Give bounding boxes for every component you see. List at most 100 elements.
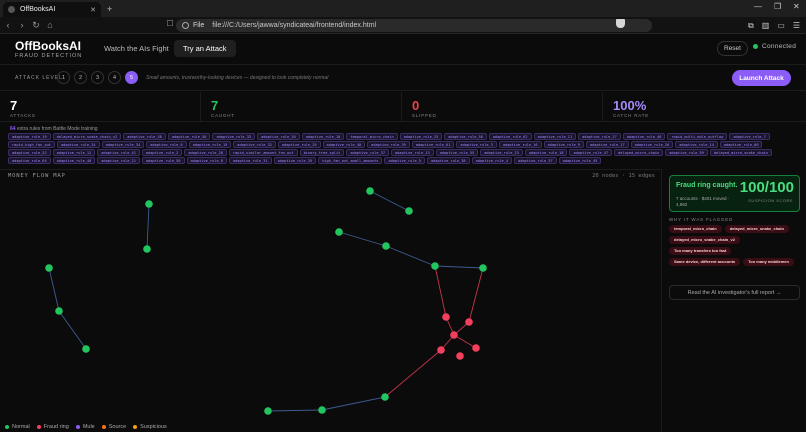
fraud-ring-node[interactable] — [456, 352, 464, 360]
account-node[interactable] — [55, 307, 63, 315]
level-1-button[interactable]: 1 — [57, 71, 70, 84]
account-node[interactable] — [318, 406, 326, 414]
account-node[interactable] — [335, 228, 343, 236]
back-icon[interactable]: ‹ — [2, 20, 14, 30]
connection-label: Connected — [762, 43, 797, 50]
flag-list: temporal_micro_chain delayed_micro_snake_… — [669, 225, 803, 266]
level-2-button[interactable]: 2 — [74, 71, 87, 84]
tab-title: OffBooksAI — [20, 6, 56, 13]
menu-icon[interactable]: ☰ — [793, 21, 800, 30]
rule-chip: adaptive_rule_3 — [456, 141, 497, 148]
stat-caught: 7 CAUGHT — [201, 92, 402, 122]
wallet-icon[interactable]: ▭ — [777, 21, 785, 30]
connection-status: Connected — [753, 43, 796, 50]
info-icon[interactable] — [182, 22, 189, 29]
rule-chip: adaptive_rule_2 — [141, 149, 183, 156]
address-bar[interactable]: File file:///C:/Users/jawwa/syndicateai/… — [176, 19, 652, 32]
rule-chip: rapid_high_fan_out — [8, 141, 55, 148]
account-node[interactable] — [366, 187, 374, 195]
fraud-ring-node[interactable] — [465, 318, 473, 326]
legend-swatch-icon — [133, 424, 138, 429]
rule-chip: adaptive_rule_17 — [585, 141, 629, 148]
rule-chip: adaptive_rule_4 — [471, 157, 513, 164]
money-flow-map[interactable]: MONEY FLOW MAP 20 nodes · 15 edges — [0, 169, 661, 421]
rule-chip: adaptive_rule_34 — [101, 141, 145, 148]
browser-toolbar: ‹ › ↻ ⌂ ☐ File file:///C:/Users/jawwa/sy… — [0, 17, 806, 34]
flow-edge — [338, 231, 387, 247]
rule-chip: delayed_micro_snake_chain_v2 — [52, 133, 122, 140]
minimize-icon[interactable]: — — [754, 2, 762, 11]
tab-try-an-attack[interactable]: Try an Attack — [174, 40, 236, 57]
read-report-button[interactable]: Read the AI investigator's full report → — [669, 285, 800, 300]
rule-chip: adaptive_rule_60 — [719, 141, 763, 148]
browser-tab[interactable]: OffBooksAI ✕ — [3, 2, 101, 17]
status-dot-icon — [753, 44, 758, 49]
reset-button[interactable]: Reset — [717, 41, 748, 56]
rule-chip: adaptive_rule_27 — [578, 133, 621, 140]
flow-edge — [369, 190, 410, 212]
close-tab-icon[interactable]: ✕ — [90, 6, 96, 14]
rule-chip: adaptive_rule_38 — [426, 157, 470, 164]
account-node[interactable] — [145, 200, 153, 208]
fraud-ring-node[interactable] — [450, 331, 458, 339]
brand-subtitle: FRAUD DETECTION — [15, 53, 83, 59]
account-node[interactable] — [382, 242, 390, 250]
rule-chip: adaptive_rule_28 — [184, 149, 227, 156]
legend-swatch-icon — [5, 424, 9, 429]
account-node[interactable] — [405, 207, 413, 215]
account-node[interactable] — [143, 245, 151, 253]
stat-slipped-value: 0 — [412, 98, 420, 113]
sidebar-icon[interactable]: ▥ — [762, 21, 770, 30]
rule-chip: adaptive_rule_64 — [8, 157, 51, 164]
stat-attacks-label: ATTACKS — [10, 113, 36, 118]
flow-edge — [385, 245, 436, 267]
flow-edge — [384, 349, 442, 398]
reload-icon[interactable]: ↻ — [30, 20, 42, 31]
account-node[interactable] — [264, 407, 272, 415]
rule-chip: adaptive_rule_18 — [524, 149, 568, 156]
result-card: Fraud ring caught. 7 accounts · $401 mov… — [669, 175, 800, 212]
attack-level-description: Small amounts, trustworthy-looking devic… — [146, 75, 329, 81]
home-icon[interactable]: ⌂ — [44, 20, 56, 30]
fraud-ring-node[interactable] — [472, 344, 480, 352]
account-node[interactable] — [82, 345, 90, 353]
rule-chip: adaptive_rule_40 — [322, 141, 366, 148]
account-node[interactable] — [381, 393, 389, 401]
fraud-ring-node[interactable] — [442, 313, 450, 321]
suspicion-score-label: SUSPICION SCORE — [748, 198, 793, 203]
rules-count: 64 — [10, 126, 16, 132]
rule-chip: adaptive_rule_26 — [630, 141, 674, 148]
flow-edge — [48, 267, 60, 312]
maximize-icon[interactable]: ❐ — [774, 2, 781, 11]
level-5-button[interactable]: 5 — [125, 71, 138, 84]
tab-bar: OffBooksAI ✕ + — ❐ ✕ — [0, 0, 806, 17]
flow-edge — [434, 265, 447, 318]
stat-slipped: 0 SLIPPED — [402, 92, 603, 122]
rule-chip: adaptive_rule_45 — [558, 157, 602, 164]
url-text[interactable]: file:///C:/Users/jawwa/syndicateai/front… — [212, 22, 376, 29]
forward-icon[interactable]: › — [16, 20, 28, 30]
legend-item: Suspicious — [133, 424, 167, 430]
rule-chip: rapid_similar_amount_fan_out — [228, 149, 298, 156]
launch-attack-button[interactable]: Launch Attack — [732, 70, 791, 86]
account-node[interactable] — [479, 264, 487, 272]
extensions-icon[interactable]: ⧉ — [748, 21, 754, 31]
bookmark-icon[interactable]: ☐ — [164, 19, 176, 28]
rule-chip: adaptive_rule_39 — [367, 141, 410, 148]
rule-chip: temporal_micro_chain — [346, 133, 398, 140]
legend-item: Source — [101, 424, 126, 430]
new-tab-icon[interactable]: + — [107, 4, 112, 14]
level-3-button[interactable]: 3 — [91, 71, 104, 84]
result-subtitle: 7 accounts · $401 moved · 4,992 — [676, 196, 730, 207]
level-4-button[interactable]: 4 — [108, 71, 121, 84]
close-window-icon[interactable]: ✕ — [793, 2, 800, 11]
fraud-ring-node[interactable] — [437, 346, 445, 354]
rules-text: extra rules from Battle Mode training — [16, 126, 98, 132]
rule-chip: adaptive_rule_23 — [480, 149, 523, 156]
account-node[interactable] — [45, 264, 53, 272]
tab-watch-ais-fight[interactable]: Watch the AIs Fight — [95, 40, 178, 57]
shield-icon[interactable] — [616, 19, 625, 28]
rule-chip: adaptive_rule_16 — [498, 141, 542, 148]
network-graph[interactable] — [0, 170, 661, 422]
account-node[interactable] — [431, 262, 439, 270]
